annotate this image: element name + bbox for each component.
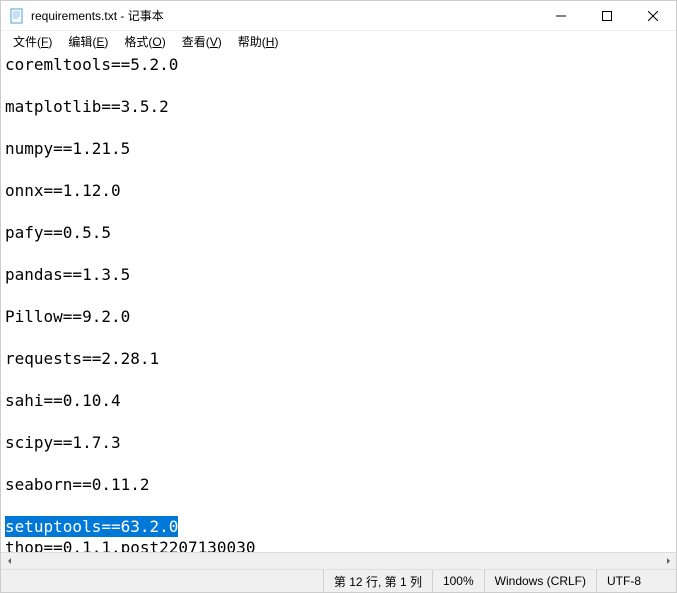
status-zoom: 100% [432, 570, 484, 592]
menu-file[interactable]: 文件(F) [5, 31, 60, 52]
status-line-ending: Windows (CRLF) [484, 570, 596, 592]
horizontal-scrollbar[interactable] [1, 552, 676, 569]
text-line[interactable]: pafy==0.5.5 [5, 222, 672, 243]
text-line[interactable]: numpy==1.21.5 [5, 138, 672, 159]
maximize-button[interactable] [584, 1, 630, 30]
menubar: 文件(F) 编辑(E) 格式(O) 查看(V) 帮助(H) [1, 31, 676, 52]
text-line[interactable]: setuptools==63.2.0 [5, 516, 178, 537]
close-button[interactable] [630, 1, 676, 30]
menu-format[interactable]: 格式(O) [116, 31, 173, 52]
minimize-button[interactable] [538, 1, 584, 30]
window-title: requirements.txt - 记事本 [31, 7, 164, 24]
status-encoding: UTF-8 [596, 570, 676, 592]
text-editor[interactable]: coremltools==5.2.0 matplotlib==3.5.2 num… [1, 52, 676, 552]
text-line[interactable]: scipy==1.7.3 [5, 432, 672, 453]
notepad-icon [9, 8, 25, 24]
menu-edit[interactable]: 编辑(E) [60, 31, 116, 52]
text-line[interactable]: Pillow==9.2.0 [5, 306, 672, 327]
statusbar: 第 12 行, 第 1 列 100% Windows (CRLF) UTF-8 [1, 569, 676, 592]
text-line[interactable]: onnx==1.12.0 [5, 180, 672, 201]
scrollbar-track[interactable] [18, 553, 659, 569]
text-line[interactable]: sahi==0.10.4 [5, 390, 672, 411]
text-line[interactable]: coremltools==5.2.0 [5, 54, 672, 75]
titlebar: requirements.txt - 记事本 [1, 1, 676, 31]
text-line[interactable]: seaborn==0.11.2 [5, 474, 672, 495]
menu-view[interactable]: 查看(V) [174, 31, 230, 52]
scroll-left-icon[interactable] [1, 553, 18, 570]
text-line[interactable]: pandas==1.3.5 [5, 264, 672, 285]
window-controls [538, 1, 676, 30]
scroll-right-icon[interactable] [659, 553, 676, 570]
menu-help[interactable]: 帮助(H) [230, 31, 287, 52]
text-line[interactable]: requests==2.28.1 [5, 348, 672, 369]
status-position: 第 12 行, 第 1 列 [323, 570, 432, 592]
text-line[interactable]: thop==0.1.1.post2207130030 [5, 537, 672, 552]
text-line[interactable]: matplotlib==3.5.2 [5, 96, 672, 117]
